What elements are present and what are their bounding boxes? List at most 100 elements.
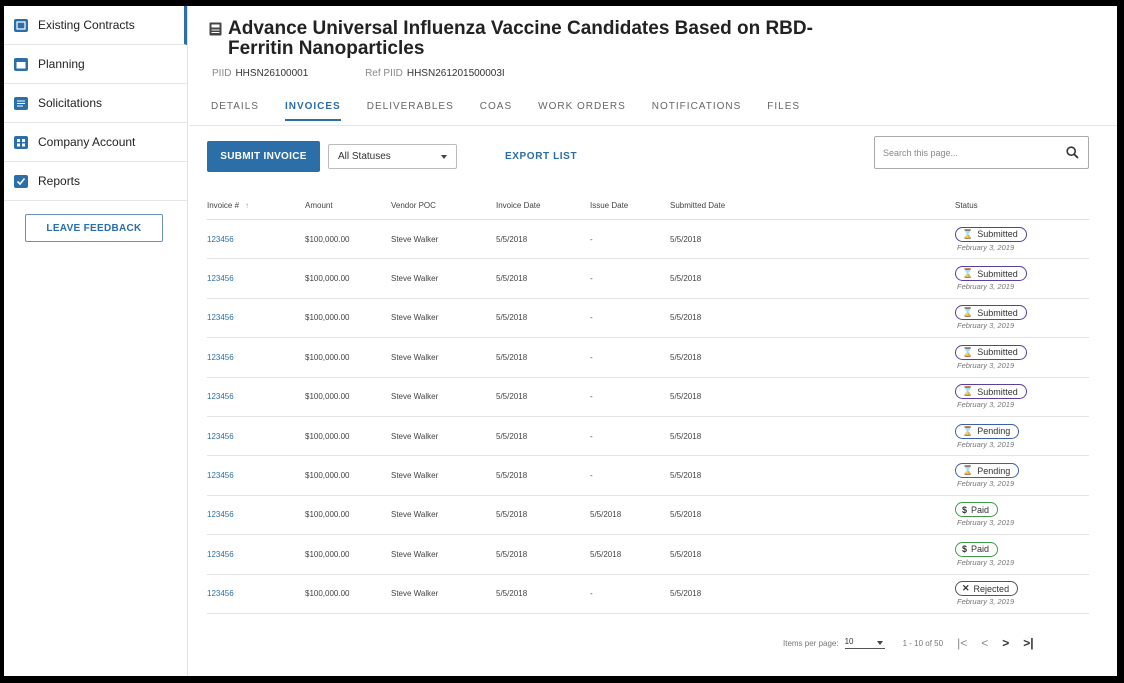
vendor-cell: Steve Walker bbox=[391, 352, 439, 362]
items-per-page-value: 10 bbox=[844, 637, 854, 646]
invoice-date-cell: 5/5/2018 bbox=[496, 431, 528, 441]
status-label: Pending bbox=[977, 465, 1011, 476]
sidebar-item-existing-contracts[interactable]: Existing Contracts bbox=[4, 6, 187, 45]
ref-piid-value: HHSN261201500003I bbox=[406, 68, 505, 79]
invoice-date-cell: 5/5/2018 bbox=[496, 549, 528, 559]
invoice-link[interactable]: 123456 bbox=[207, 589, 234, 598]
amount-cell: $100,000.00 bbox=[305, 471, 350, 481]
leave-feedback-button[interactable]: LEAVE FEEDBACK bbox=[25, 214, 163, 242]
tab-files[interactable]: FILES bbox=[767, 101, 800, 121]
status-cell: ⌛ Submitted February 3, 2019 bbox=[955, 305, 1085, 330]
issue-date-cell: - bbox=[590, 589, 593, 599]
tab-bar: DETAILS INVOICES DELIVERABLES COAS WORK … bbox=[211, 101, 826, 121]
status-cell: $ Paid February 3, 2019 bbox=[955, 541, 1085, 567]
status-submitted-icon: ⌛ bbox=[962, 386, 974, 397]
status-cell: ⌛ Submitted February 3, 2019 bbox=[955, 266, 1085, 291]
status-badge: ⌛ Pending bbox=[955, 423, 1020, 439]
issue-date-cell: - bbox=[590, 392, 593, 402]
invoice-link[interactable]: 123456 bbox=[207, 471, 234, 480]
sidebar-item-label: Planning bbox=[38, 57, 85, 71]
tab-deliverables[interactable]: DELIVERABLES bbox=[367, 101, 454, 121]
next-page-button[interactable]: > bbox=[1002, 636, 1009, 650]
status-label: Submitted bbox=[977, 268, 1018, 279]
status-submitted-icon: ⌛ bbox=[962, 268, 974, 279]
column-header-invoice[interactable]: Invoice # ↑ bbox=[207, 201, 305, 210]
tab-invoices[interactable]: INVOICES bbox=[284, 101, 341, 121]
pagination: Items per page: 10 1 - 10 of 50 |< < > >… bbox=[783, 636, 1034, 650]
invoice-link[interactable]: 123456 bbox=[207, 432, 234, 441]
status-badge: ⌛ Submitted bbox=[955, 266, 1027, 282]
prev-page-button[interactable]: < bbox=[981, 636, 988, 650]
status-pending-icon: ⌛ bbox=[962, 465, 974, 476]
first-page-button[interactable]: |< bbox=[957, 636, 967, 650]
last-page-button[interactable]: >| bbox=[1023, 636, 1033, 650]
submit-invoice-button[interactable]: SUBMIT INVOICE bbox=[207, 141, 320, 172]
building-icon bbox=[14, 135, 28, 149]
invoice-link[interactable]: 123456 bbox=[207, 550, 234, 559]
vendor-cell: Steve Walker bbox=[391, 589, 439, 599]
export-list-button[interactable]: EXPORT LIST bbox=[505, 151, 577, 162]
status-cell: ⌛ Submitted February 3, 2019 bbox=[955, 384, 1085, 409]
ref-piid-label: Ref PIID bbox=[365, 68, 403, 79]
sidebar-item-planning[interactable]: Planning bbox=[4, 45, 187, 84]
invoice-date-cell: 5/5/2018 bbox=[496, 234, 528, 244]
invoice-link[interactable]: 123456 bbox=[207, 392, 234, 401]
issue-date-cell: - bbox=[590, 431, 593, 441]
tab-details[interactable]: DETAILS bbox=[211, 101, 259, 121]
status-label: Submitted bbox=[977, 229, 1018, 240]
status-date: February 3, 2019 bbox=[957, 360, 1015, 370]
invoice-link[interactable]: 123456 bbox=[207, 510, 234, 519]
invoice-link[interactable]: 123456 bbox=[207, 235, 234, 244]
invoice-date-cell: 5/5/2018 bbox=[496, 392, 528, 402]
vendor-cell: Steve Walker bbox=[391, 313, 439, 323]
items-per-page-select[interactable]: 10 bbox=[844, 637, 885, 649]
search-icon[interactable] bbox=[1066, 146, 1079, 159]
search-box[interactable] bbox=[874, 136, 1089, 169]
sidebar-item-solicitations[interactable]: Solicitations bbox=[4, 84, 187, 123]
tab-notifications[interactable]: NOTIFICATIONS bbox=[652, 101, 741, 121]
submitted-date-cell: 5/5/2018 bbox=[670, 431, 702, 441]
sidebar-item-label: Company Account bbox=[38, 135, 136, 149]
sort-arrow-icon[interactable]: ↑ bbox=[245, 201, 249, 210]
app-window: Existing Contracts Planning Solicitation… bbox=[4, 6, 1117, 676]
amount-cell: $100,000.00 bbox=[305, 392, 350, 402]
status-date: February 3, 2019 bbox=[957, 400, 1015, 410]
invoice-table: Invoice # ↑ Amount Vendor POC Invoice Dat… bbox=[207, 192, 1089, 614]
table-row: 123456 $100,000.00 Steve Walker 5/5/2018 - 5/… bbox=[207, 417, 1089, 457]
chevron-down-icon bbox=[876, 641, 883, 645]
sidebar-item-reports[interactable]: Reports bbox=[4, 162, 187, 201]
status-paid-icon: $ bbox=[962, 544, 968, 555]
invoice-link[interactable]: 123456 bbox=[207, 313, 234, 322]
toolbar: SUBMIT INVOICE All Statuses EXPORT LIST bbox=[207, 136, 1117, 173]
status-label: Submitted bbox=[977, 307, 1018, 318]
status-date: February 3, 2019 bbox=[957, 282, 1015, 292]
status-rejected-icon: ✕ bbox=[962, 583, 970, 594]
submitted-date-cell: 5/5/2018 bbox=[670, 313, 702, 323]
table-row: 123456 $100,000.00 Steve Walker 5/5/2018 - 5/… bbox=[207, 575, 1089, 614]
invoice-link[interactable]: 123456 bbox=[207, 353, 234, 362]
status-badge: ⌛ Submitted bbox=[955, 305, 1027, 321]
tab-coas[interactable]: COAS bbox=[480, 101, 512, 121]
status-badge: ✕ Rejected bbox=[955, 581, 1019, 597]
submitted-date-cell: 5/5/2018 bbox=[670, 510, 702, 520]
invoice-link[interactable]: 123456 bbox=[207, 274, 234, 283]
invoice-date-cell: 5/5/2018 bbox=[496, 274, 528, 284]
table-row: 123456 $100,000.00 Steve Walker 5/5/2018 5/5… bbox=[207, 496, 1089, 536]
issue-date-cell: 5/5/2018 bbox=[590, 510, 622, 520]
status-date: February 3, 2019 bbox=[957, 242, 1015, 252]
tab-work-orders[interactable]: WORK ORDERS bbox=[538, 101, 626, 121]
sidebar-item-company-account[interactable]: Company Account bbox=[4, 123, 187, 162]
submitted-date-cell: 5/5/2018 bbox=[670, 471, 702, 481]
status-cell: ⌛ Submitted February 3, 2019 bbox=[955, 226, 1085, 252]
feedback-section: LEAVE FEEDBACK bbox=[4, 201, 187, 242]
sidebar-item-label: Solicitations bbox=[38, 96, 103, 110]
search-input[interactable] bbox=[883, 147, 1053, 158]
piid-label: PIID bbox=[212, 68, 232, 79]
status-date: February 3, 2019 bbox=[957, 321, 1015, 331]
status-badge: ⌛ Submitted bbox=[955, 344, 1027, 360]
sidebar-item-label: Reports bbox=[38, 174, 81, 188]
status-filter-select[interactable]: All Statuses bbox=[328, 144, 457, 169]
status-submitted-icon: ⌛ bbox=[962, 307, 974, 318]
status-cell: ⌛ Pending February 3, 2019 bbox=[955, 463, 1085, 488]
table-header: Invoice # ↑ Amount Vendor POC Invoice Dat… bbox=[207, 192, 1089, 220]
